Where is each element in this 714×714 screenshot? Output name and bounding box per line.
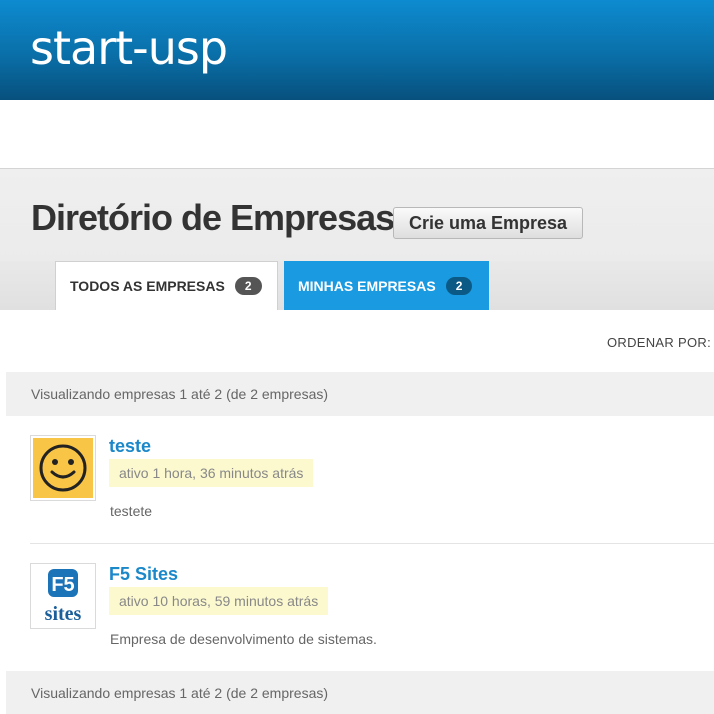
create-company-button[interactable]: Crie uma Empresa xyxy=(393,207,583,239)
site-logo[interactable]: start-usp xyxy=(30,18,228,78)
logo-text-top: F5 xyxy=(51,574,74,596)
smiley-face-icon xyxy=(33,438,93,498)
company-description: Empresa de desenvolvimento de sistemas. xyxy=(110,631,377,647)
company-name-link[interactable]: F5 Sites xyxy=(109,564,178,585)
pagination-info-top: Visualizando empresas 1 até 2 (de 2 empr… xyxy=(6,372,714,416)
tab-all-companies[interactable]: TODOS AS EMPRESAS 2 xyxy=(55,261,278,310)
tab-label: TODOS AS EMPRESAS xyxy=(70,278,225,294)
site-header: start-usp xyxy=(0,0,714,100)
page-title: Diretório de Empresas xyxy=(31,197,395,238)
divider xyxy=(30,543,714,544)
directory-header: Diretório de Empresas Crie uma Empresa T… xyxy=(0,168,714,310)
tab-my-companies[interactable]: MINHAS EMPRESAS 2 xyxy=(284,261,489,310)
pagination-info-bottom: Visualizando empresas 1 até 2 (de 2 empr… xyxy=(6,671,714,714)
activity-status: ativo 1 hora, 36 minutos atrás xyxy=(109,459,314,487)
tab-label: MINHAS EMPRESAS xyxy=(298,277,436,294)
company-description: testete xyxy=(110,503,153,519)
company-avatar[interactable] xyxy=(30,435,96,501)
logo-text-bottom: sites xyxy=(45,603,82,625)
company-name-link[interactable]: teste xyxy=(109,436,151,457)
activity-status: ativo 10 horas, 59 minutos atrás xyxy=(109,587,329,615)
tab-count-badge: 2 xyxy=(234,277,262,295)
tab-count-badge: 2 xyxy=(445,276,473,295)
company-avatar[interactable]: F5 sites xyxy=(30,563,96,629)
f5-sites-logo-icon: F5 sites xyxy=(33,566,93,626)
order-by-label[interactable]: ORDENAR POR: xyxy=(607,335,711,350)
